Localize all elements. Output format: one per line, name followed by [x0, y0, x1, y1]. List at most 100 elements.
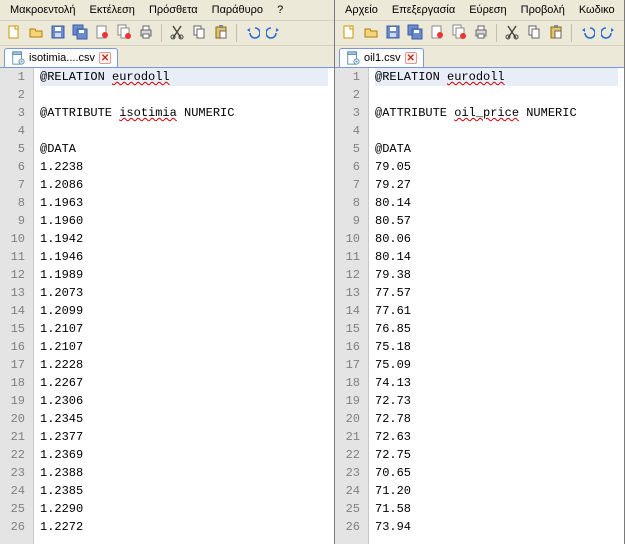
code-line[interactable]: 77.61 [375, 302, 618, 320]
code-line[interactable]: 1.2107 [40, 338, 328, 356]
menu-file[interactable]: Αρχείο [339, 2, 384, 18]
line-number: 10 [6, 230, 25, 248]
code-line[interactable]: 1.2306 [40, 392, 328, 410]
code-left[interactable]: @RELATION eurodoll @ATTRIBUTE isotimia NU… [34, 68, 334, 544]
editor-right[interactable]: 1234567891011121314151617181920212223242… [335, 68, 624, 544]
code-line[interactable]: 72.75 [375, 446, 618, 464]
editor-left[interactable]: 1234567891011121314151617181920212223242… [0, 68, 334, 544]
menubar-right: Αρχείο Επεξεργασία Εύρεση Προβολή Κωδικο [335, 0, 624, 21]
code-line[interactable]: 1.1946 [40, 248, 328, 266]
code-line[interactable]: 1.2238 [40, 158, 328, 176]
code-line[interactable]: 80.06 [375, 230, 618, 248]
save-button[interactable] [383, 23, 403, 43]
save-all-button[interactable] [70, 23, 90, 43]
code-line[interactable]: 75.09 [375, 356, 618, 374]
code-line[interactable]: @RELATION eurodoll [375, 68, 618, 86]
menu-plugins[interactable]: Πρόσθετα [143, 2, 204, 18]
print-button[interactable] [471, 23, 491, 43]
new-button[interactable] [4, 23, 24, 43]
code-line[interactable]: 70.65 [375, 464, 618, 482]
close-icon[interactable]: ✕ [405, 52, 417, 64]
code-line[interactable] [375, 122, 618, 140]
menu-edit[interactable]: Επεξεργασία [386, 2, 461, 18]
menu-find[interactable]: Εύρεση [463, 2, 512, 18]
line-number: 15 [341, 320, 360, 338]
code-line[interactable]: 74.13 [375, 374, 618, 392]
code-line[interactable]: 1.2385 [40, 482, 328, 500]
line-number: 4 [6, 122, 25, 140]
code-line[interactable]: @ATTRIBUTE isotimia NUMERIC [40, 104, 328, 122]
open-button[interactable] [361, 23, 381, 43]
redo-button[interactable] [599, 23, 619, 43]
cut-button[interactable] [502, 23, 522, 43]
close-button[interactable] [427, 23, 447, 43]
undo-button[interactable] [577, 23, 597, 43]
code-line[interactable]: 77.57 [375, 284, 618, 302]
code-line[interactable]: 80.14 [375, 248, 618, 266]
code-line[interactable]: 79.38 [375, 266, 618, 284]
code-line[interactable]: 79.27 [375, 176, 618, 194]
code-line[interactable]: 1.2267 [40, 374, 328, 392]
code-line[interactable]: 1.2086 [40, 176, 328, 194]
code-line[interactable] [40, 86, 328, 104]
code-line[interactable]: 1.2073 [40, 284, 328, 302]
open-button[interactable] [26, 23, 46, 43]
code-line[interactable]: 73.94 [375, 518, 618, 536]
code-line[interactable]: 1.2272 [40, 518, 328, 536]
menu-window[interactable]: Παράθυρο [206, 2, 269, 18]
code-line[interactable]: 1.1960 [40, 212, 328, 230]
menu-view[interactable]: Προβολή [515, 2, 571, 18]
save-button[interactable] [48, 23, 68, 43]
code-line[interactable]: 1.2228 [40, 356, 328, 374]
code-line[interactable]: @DATA [40, 140, 328, 158]
code-line[interactable]: 72.73 [375, 392, 618, 410]
paste-button[interactable] [546, 23, 566, 43]
code-line[interactable]: 80.57 [375, 212, 618, 230]
code-right[interactable]: @RELATION eurodoll @ATTRIBUTE oil_price N… [369, 68, 624, 544]
code-line[interactable]: 1.2377 [40, 428, 328, 446]
code-line[interactable]: 1.2388 [40, 464, 328, 482]
tab-isotimia[interactable]: isotimia....csv ✕ [4, 48, 118, 67]
code-line[interactable]: 1.2345 [40, 410, 328, 428]
code-line[interactable]: 71.58 [375, 500, 618, 518]
code-line[interactable]: 1.2107 [40, 320, 328, 338]
code-line[interactable]: 72.78 [375, 410, 618, 428]
code-line[interactable]: 1.1942 [40, 230, 328, 248]
menu-run[interactable]: Εκτέλεση [84, 2, 141, 18]
close-icon[interactable]: ✕ [99, 52, 111, 64]
code-line[interactable]: 71.20 [375, 482, 618, 500]
code-line[interactable]: 79.05 [375, 158, 618, 176]
close-icon [429, 24, 445, 43]
menu-encoding[interactable]: Κωδικο [573, 2, 621, 18]
copy-button[interactable] [524, 23, 544, 43]
code-line[interactable]: 72.63 [375, 428, 618, 446]
close-all-button[interactable] [449, 23, 469, 43]
code-line[interactable]: 75.18 [375, 338, 618, 356]
code-line[interactable] [40, 122, 328, 140]
code-line[interactable] [375, 86, 618, 104]
code-line[interactable]: @ATTRIBUTE oil_price NUMERIC [375, 104, 618, 122]
undo-button[interactable] [242, 23, 262, 43]
code-line[interactable]: 1.2290 [40, 500, 328, 518]
line-number: 1 [6, 68, 25, 86]
menu-macro[interactable]: Μακροεντολή [4, 2, 82, 18]
print-button[interactable] [136, 23, 156, 43]
code-line[interactable]: 1.1963 [40, 194, 328, 212]
new-button[interactable] [339, 23, 359, 43]
code-line[interactable]: 1.2099 [40, 302, 328, 320]
paste-button[interactable] [211, 23, 231, 43]
close-button[interactable] [92, 23, 112, 43]
code-line[interactable]: 1.2369 [40, 446, 328, 464]
code-line[interactable]: @DATA [375, 140, 618, 158]
code-line[interactable]: @RELATION eurodoll [40, 68, 328, 86]
code-line[interactable]: 80.14 [375, 194, 618, 212]
tab-oil1[interactable]: oil1.csv ✕ [339, 48, 424, 67]
close-all-button[interactable] [114, 23, 134, 43]
copy-button[interactable] [189, 23, 209, 43]
code-line[interactable]: 76.85 [375, 320, 618, 338]
redo-button[interactable] [264, 23, 284, 43]
save-all-button[interactable] [405, 23, 425, 43]
menu-help[interactable]: ? [271, 2, 289, 18]
code-line[interactable]: 1.1989 [40, 266, 328, 284]
cut-button[interactable] [167, 23, 187, 43]
